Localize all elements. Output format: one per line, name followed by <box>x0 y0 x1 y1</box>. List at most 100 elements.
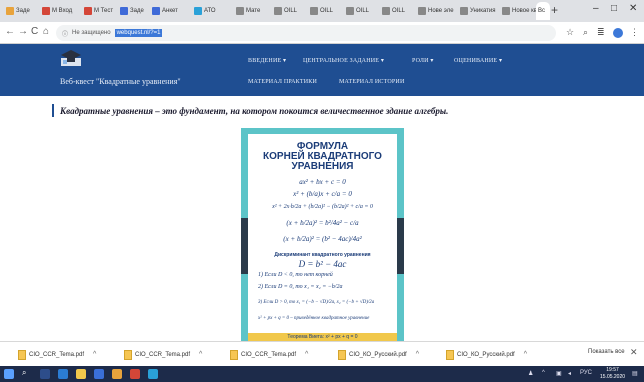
edge-browser-icon[interactable] <box>58 369 68 379</box>
search-icon[interactable]: ⌕ <box>22 368 32 378</box>
formula-line: (x + b/2a)² = (b² − 4ac)/4a² <box>283 235 362 243</box>
reduced-equation: x² + px + q = 0 – приведённое квадратное… <box>258 316 370 321</box>
reload-button[interactable]: C <box>31 26 38 37</box>
poster-card: ФОРМУЛА КОРНЕЙ КВАДРАТНОГО УРАВНЕНИЯ ax²… <box>248 134 397 341</box>
poster-binding-right <box>397 218 404 274</box>
formula-line: (x + b/2a)² = b²/4a² − c/a <box>286 219 359 227</box>
task-view-icon[interactable] <box>40 369 50 379</box>
url-text[interactable]: webquest.nl/?=1 <box>114 29 163 37</box>
case-line: 2) Если D = 0, то x₁ = x₂ = −b/2a <box>258 284 343 290</box>
nav-intro[interactable]: ВВЕДЕНИЕ ▾ <box>248 57 286 64</box>
download-item[interactable]: CIO_CCR_Tema.pdf ^ <box>124 348 202 361</box>
tray-chevron-icon[interactable]: ^ <box>542 370 545 376</box>
downloads-bar: CIO_CCR_Tema.pdf ^ CIO_CCR_Tema.pdf ^ CIO_… <box>0 341 644 366</box>
minimize-button[interactable]: – <box>593 3 599 14</box>
system-clock[interactable]: 19:57 15.05.2020 <box>600 367 625 381</box>
site-title: Веб-квест "Квадратные уравнения" <box>60 77 181 86</box>
show-all-downloads-button[interactable]: Показать все <box>588 349 625 355</box>
poster-bottom-band: Теорема Виета: x² + px + q = 0 <box>248 333 397 341</box>
browser-tab[interactable]: OILL <box>272 2 306 20</box>
nav-history-material[interactable]: МАТЕРИАЛ ИСТОРИИ <box>339 79 405 85</box>
info-icon[interactable]: ⓘ <box>62 29 68 38</box>
download-item[interactable]: CIO_CCR_Tema.pdf ^ <box>18 348 96 361</box>
close-downloads-button[interactable]: ✕ <box>630 347 638 358</box>
chrome-icon[interactable] <box>130 369 140 379</box>
tab-favicon-icon <box>502 7 510 15</box>
store-icon[interactable] <box>94 369 104 379</box>
home-button[interactable]: ⌂ <box>43 26 49 37</box>
download-item[interactable]: CIO_КО_Русский.pdf ^ <box>338 348 419 361</box>
volume-icon[interactable]: ◂ <box>568 370 571 377</box>
tab-favicon-icon <box>382 7 390 15</box>
app-icon[interactable] <box>112 369 122 379</box>
site-header: Веб-квест "Квадратные уравнения" ВВЕДЕНИ… <box>0 44 644 96</box>
discriminant-formula: D = b² − 4ac <box>298 259 347 269</box>
formula-line: x² + 2x·b/2a + (b/2a)² − (b/2a)² + c/a =… <box>272 204 373 210</box>
quote-accent-bar <box>52 104 54 117</box>
epigraph-quote: Квадратные уравнения – это фундамент, на… <box>60 106 449 116</box>
discriminant-label: Дискриминант квадратного уравнения <box>274 252 371 258</box>
menu-icon[interactable]: ⋮ <box>630 27 639 38</box>
browser-toolbar: ← → C ⌂ ⓘ Не защищено webquest.nl/?=1 ☆ … <box>0 22 644 44</box>
browser-tab[interactable]: Уникатия <box>458 2 498 20</box>
tab-favicon-icon <box>346 7 354 15</box>
tab-favicon-icon <box>194 7 202 15</box>
browser-tab[interactable]: OILL <box>344 2 378 20</box>
tab-favicon-icon <box>152 7 160 15</box>
nav-evaluation[interactable]: ОЦЕНИВАНИЕ ▾ <box>454 57 502 64</box>
download-item[interactable]: CIO_CCR_Tema.pdf ^ <box>230 348 308 361</box>
windows-start-icon[interactable] <box>4 369 14 379</box>
browser-tab[interactable]: Новое кв <box>500 2 540 20</box>
browser-tab[interactable]: M Тест <box>82 2 116 20</box>
app-icon[interactable] <box>148 369 158 379</box>
tab-favicon-icon <box>84 7 92 15</box>
nav-roles[interactable]: РОЛИ ▾ <box>412 57 434 64</box>
case-line: 1) Если D < 0, то нет корней <box>258 272 333 278</box>
windows-taskbar: ⌕ ♟ ^ ▣ ◂ РУС 19:57 15.05.2020 ▤ <box>0 366 644 382</box>
search-icon[interactable]: ⌕ <box>583 27 588 38</box>
tab-favicon-icon <box>42 7 50 15</box>
browser-tab[interactable]: Мате <box>234 2 270 20</box>
bookmark-star-icon[interactable]: ☆ <box>566 27 574 38</box>
profile-avatar[interactable] <box>613 28 623 38</box>
browser-tab[interactable]: OILL <box>380 2 414 20</box>
pdf-file-icon <box>124 349 132 360</box>
browser-tab[interactable]: АТО <box>192 2 226 20</box>
file-explorer-icon[interactable] <box>76 369 86 379</box>
extensions-icon[interactable]: ≣ <box>597 27 605 38</box>
poster-binding-left <box>241 218 248 274</box>
chevron-up-icon[interactable]: ^ <box>524 351 527 358</box>
back-button[interactable]: ← <box>5 26 15 37</box>
browser-tab[interactable]: M Вход <box>40 2 80 20</box>
browser-tab[interactable]: OILL <box>308 2 342 20</box>
forward-button[interactable]: → <box>18 26 28 37</box>
nav-practice-material[interactable]: МАТЕРИАЛ ПРАКТИКИ <box>248 79 317 85</box>
chevron-up-icon[interactable]: ^ <box>199 351 202 358</box>
download-item[interactable]: CIO_КО_Русский.pdf ^ <box>446 348 527 361</box>
maximize-button[interactable]: □ <box>611 3 617 14</box>
language-indicator[interactable]: РУС <box>580 370 592 376</box>
browser-tab[interactable]: Заде <box>118 2 148 20</box>
address-bar[interactable]: ⓘ Не защищено webquest.nl/?=1 <box>56 25 556 41</box>
chevron-up-icon[interactable]: ^ <box>416 351 419 358</box>
tab-favicon-icon <box>236 7 244 15</box>
security-label: Не защищено <box>72 30 111 36</box>
tab-favicon-icon <box>120 7 128 15</box>
new-tab-button[interactable]: + <box>551 3 558 17</box>
notifications-icon[interactable]: ▤ <box>632 370 638 377</box>
formula-line: ax² + bx + c = 0 <box>299 178 346 186</box>
chevron-up-icon[interactable]: ^ <box>93 351 96 358</box>
browser-tab[interactable]: Заде <box>4 2 38 20</box>
network-icon[interactable]: ▣ <box>556 370 562 377</box>
window-close-button[interactable]: ✕ <box>629 3 637 14</box>
browser-tab[interactable]: Нове эле <box>416 2 456 20</box>
tab-favicon-icon <box>310 7 318 15</box>
user-icon[interactable]: ♟ <box>528 370 533 377</box>
tab-favicon-icon <box>6 7 14 15</box>
poster-title: ФОРМУЛА КОРНЕЙ КВАДРАТНОГО УРАВНЕНИЯ <box>263 141 382 172</box>
nav-central-task[interactable]: ЦЕНТРАЛЬНОЕ ЗАДАНИЕ ▾ <box>303 57 384 64</box>
browser-tab[interactable]: Анкет <box>150 2 190 20</box>
chevron-up-icon[interactable]: ^ <box>305 351 308 358</box>
pdf-file-icon <box>18 349 26 360</box>
browser-tab-active[interactable]: Вс <box>536 2 550 20</box>
